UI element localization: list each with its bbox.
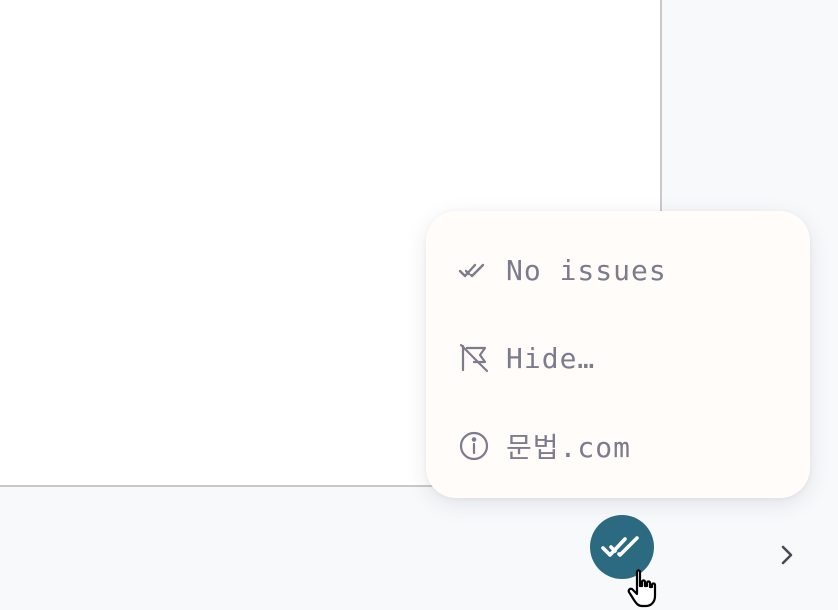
info-circle-icon [458,430,490,462]
double-check-icon [601,536,639,557]
menu-item-about[interactable]: 문법.com [426,402,810,490]
status-button[interactable] [590,515,654,579]
chevron-right-icon [781,545,793,565]
menu-item-label: 문법.com [506,431,631,464]
app-stage: No issues Hide… 문법.com [0,0,838,610]
flag-off-icon [458,342,490,374]
menu-item-no-issues[interactable]: No issues [426,226,810,314]
double-check-icon [458,254,490,286]
menu-item-label: Hide… [506,341,596,375]
menu-item-hide[interactable]: Hide… [426,314,810,402]
menu-item-label: No issues [506,253,667,287]
status-popup-menu: No issues Hide… 문법.com [426,211,810,498]
next-button[interactable] [772,538,802,572]
